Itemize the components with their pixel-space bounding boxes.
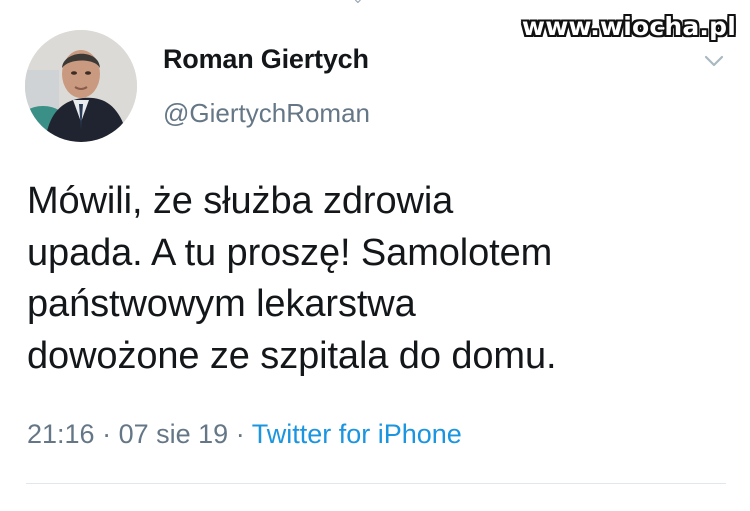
tweet-time[interactable]: 21:16 [27,419,95,449]
tweet-text-line: państwowym lekarstwa [27,283,416,325]
tweet-date[interactable]: 07 sie 19 [119,419,229,449]
tweet-source-link[interactable]: Twitter for iPhone [252,419,462,449]
tweet-text-line: upada. A tu proszę! Samolotem [27,231,553,274]
avatar[interactable] [25,30,137,142]
meta-separator: · [235,419,245,449]
previous-tweet-icon-partial: ⌄ [352,0,366,5]
divider [26,483,726,484]
chevron-down-icon[interactable] [702,52,726,70]
tweet-meta: 21:16 · 07 sie 19 · Twitter for iPhone [27,419,462,450]
author-display-name[interactable]: Roman Giertych [163,44,369,75]
watermark: www.wiocha.pl [521,12,736,41]
tweet-text-line: Mówili, że służba zdrowia [27,180,454,222]
avatar-photo [25,30,137,142]
tweet-text-line: dowożone ze szpitala do domu. [27,334,557,377]
author-handle[interactable]: @GiertychRoman [163,98,370,129]
tweet-text: Mówili, że służba zdrowia upada. A tu pr… [27,176,727,382]
meta-separator: · [102,419,112,449]
